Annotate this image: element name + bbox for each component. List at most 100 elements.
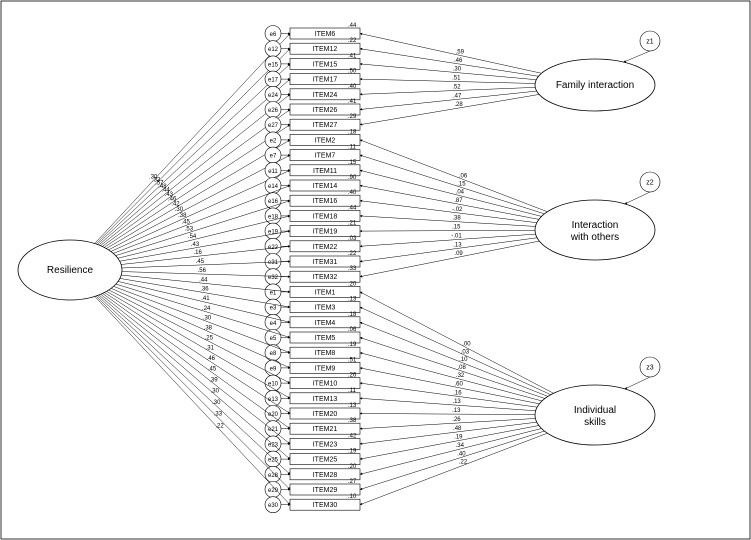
item-top-value: .19 bbox=[348, 342, 357, 348]
error-label: e30 bbox=[268, 503, 279, 509]
left-loading-value: .44 bbox=[199, 277, 208, 283]
left-loading-path bbox=[109, 155, 290, 250]
item-top-value: .15 bbox=[348, 160, 357, 166]
item-label: ITEM14 bbox=[313, 183, 338, 190]
left-loading-value: .30 bbox=[203, 316, 212, 322]
item-label: ITEM8 bbox=[315, 350, 336, 357]
left-loading-path bbox=[121, 246, 290, 264]
error-label: e4 bbox=[270, 321, 277, 327]
item-label: ITEM19 bbox=[313, 229, 338, 236]
right-loading-value: .38 bbox=[452, 216, 461, 222]
right-loading-path bbox=[360, 238, 537, 262]
right-loading-value: .34 bbox=[456, 443, 465, 449]
left-loading-path bbox=[106, 140, 290, 249]
right-loading-value: -.02 bbox=[452, 207, 463, 213]
right-loading-value: .26 bbox=[452, 417, 461, 423]
right-loading-path bbox=[360, 87, 535, 94]
item-top-value: .29 bbox=[348, 114, 357, 120]
item-label: ITEM3 bbox=[315, 305, 336, 312]
item-label: ITEM12 bbox=[313, 46, 338, 53]
left-loading-value: .46 bbox=[207, 356, 216, 362]
left-loading-value: .31 bbox=[206, 345, 215, 351]
left-loading-path bbox=[104, 292, 290, 413]
item-label: ITEM20 bbox=[313, 411, 338, 418]
right-loading-path bbox=[360, 216, 535, 227]
item-label: ITEM6 bbox=[315, 31, 336, 38]
left-loading-value: .22 bbox=[215, 424, 224, 430]
left-loading-value: .56 bbox=[198, 268, 207, 274]
right-loading-value: .46 bbox=[454, 58, 463, 64]
left-loading-path bbox=[116, 201, 290, 256]
item-top-value: .26 bbox=[348, 373, 357, 379]
error-label: e23 bbox=[268, 442, 279, 448]
item-label: ITEM23 bbox=[313, 441, 338, 448]
left-loading-path bbox=[122, 272, 290, 277]
item-top-value: .22 bbox=[348, 38, 357, 44]
error-label: e2 bbox=[270, 138, 277, 144]
item-label: ITEM15 bbox=[313, 61, 338, 68]
error-label: e12 bbox=[268, 47, 279, 53]
left-loading-value: .43 bbox=[191, 242, 200, 248]
right-factor-label: skills bbox=[584, 417, 606, 428]
error-label: e1 bbox=[270, 290, 277, 296]
right-factor-label: Family interaction bbox=[556, 80, 634, 91]
error-label: e20 bbox=[268, 412, 279, 418]
error-label: e11 bbox=[268, 169, 278, 175]
error-label: e27 bbox=[268, 123, 279, 129]
left-loading-path bbox=[104, 125, 290, 248]
right-loading-value: .87 bbox=[454, 198, 463, 204]
left-loading-path bbox=[122, 262, 290, 268]
error-label: e13 bbox=[268, 397, 279, 403]
right-loading-path bbox=[360, 234, 536, 246]
right-loading-value: .13 bbox=[452, 408, 461, 414]
item-label: ITEM17 bbox=[313, 77, 338, 84]
item-label: ITEM30 bbox=[313, 502, 338, 509]
item-top-value: .10 bbox=[348, 494, 357, 500]
right-loading-value: .13 bbox=[453, 242, 462, 248]
right-factor-label: Individual bbox=[574, 405, 616, 416]
left-loading-value: .24 bbox=[202, 306, 211, 312]
right-loading-path bbox=[360, 155, 544, 214]
right-loading-value: .59 bbox=[456, 49, 465, 55]
left-loading-path bbox=[107, 291, 290, 398]
item-top-value: .21 bbox=[348, 221, 357, 227]
item-top-value: .41 bbox=[348, 53, 357, 59]
item-label: ITEM24 bbox=[313, 92, 338, 99]
disturbance-path bbox=[625, 377, 650, 389]
item-label: ITEM13 bbox=[313, 396, 338, 403]
error-label: e15 bbox=[268, 62, 279, 68]
right-loading-value: .15 bbox=[457, 181, 466, 187]
left-loading-value: .38 bbox=[204, 325, 213, 331]
left-loading-path bbox=[109, 290, 290, 383]
right-loading-path bbox=[360, 418, 535, 428]
left-loading-value: .16 bbox=[193, 250, 202, 256]
right-loading-path bbox=[360, 422, 537, 444]
left-loading-value: .38 bbox=[178, 213, 187, 219]
left-loading-path bbox=[97, 295, 290, 474]
right-loading-value: .10 bbox=[459, 357, 468, 363]
right-loading-path bbox=[360, 79, 535, 83]
left-loading-value: .45 bbox=[196, 259, 205, 265]
right-loading-path bbox=[360, 170, 542, 216]
right-loading-path bbox=[360, 398, 536, 410]
left-loading-path bbox=[113, 186, 290, 254]
item-top-value: .03 bbox=[348, 236, 357, 242]
error-label: e8 bbox=[270, 351, 277, 357]
item-top-value: .51 bbox=[348, 357, 357, 363]
item-top-value: .13 bbox=[348, 297, 357, 303]
right-loading-value: .32 bbox=[456, 373, 465, 379]
left-loading-value: .45 bbox=[181, 220, 190, 226]
right-loading-value: .15 bbox=[452, 225, 461, 231]
error-label: e3 bbox=[270, 306, 277, 312]
disturbance-path bbox=[624, 51, 650, 62]
item-top-value: .44 bbox=[348, 205, 357, 211]
left-loading-value: .25 bbox=[205, 335, 214, 341]
right-loading-path bbox=[360, 241, 539, 277]
left-loading-value: .41 bbox=[201, 296, 210, 302]
right-loading-value: .60 bbox=[454, 382, 463, 388]
error-label: e6 bbox=[270, 32, 277, 38]
error-label: e26 bbox=[268, 108, 279, 114]
left-loading-path bbox=[102, 293, 290, 428]
right-loading-path bbox=[360, 426, 539, 460]
left-loading-value: .36 bbox=[200, 287, 209, 293]
